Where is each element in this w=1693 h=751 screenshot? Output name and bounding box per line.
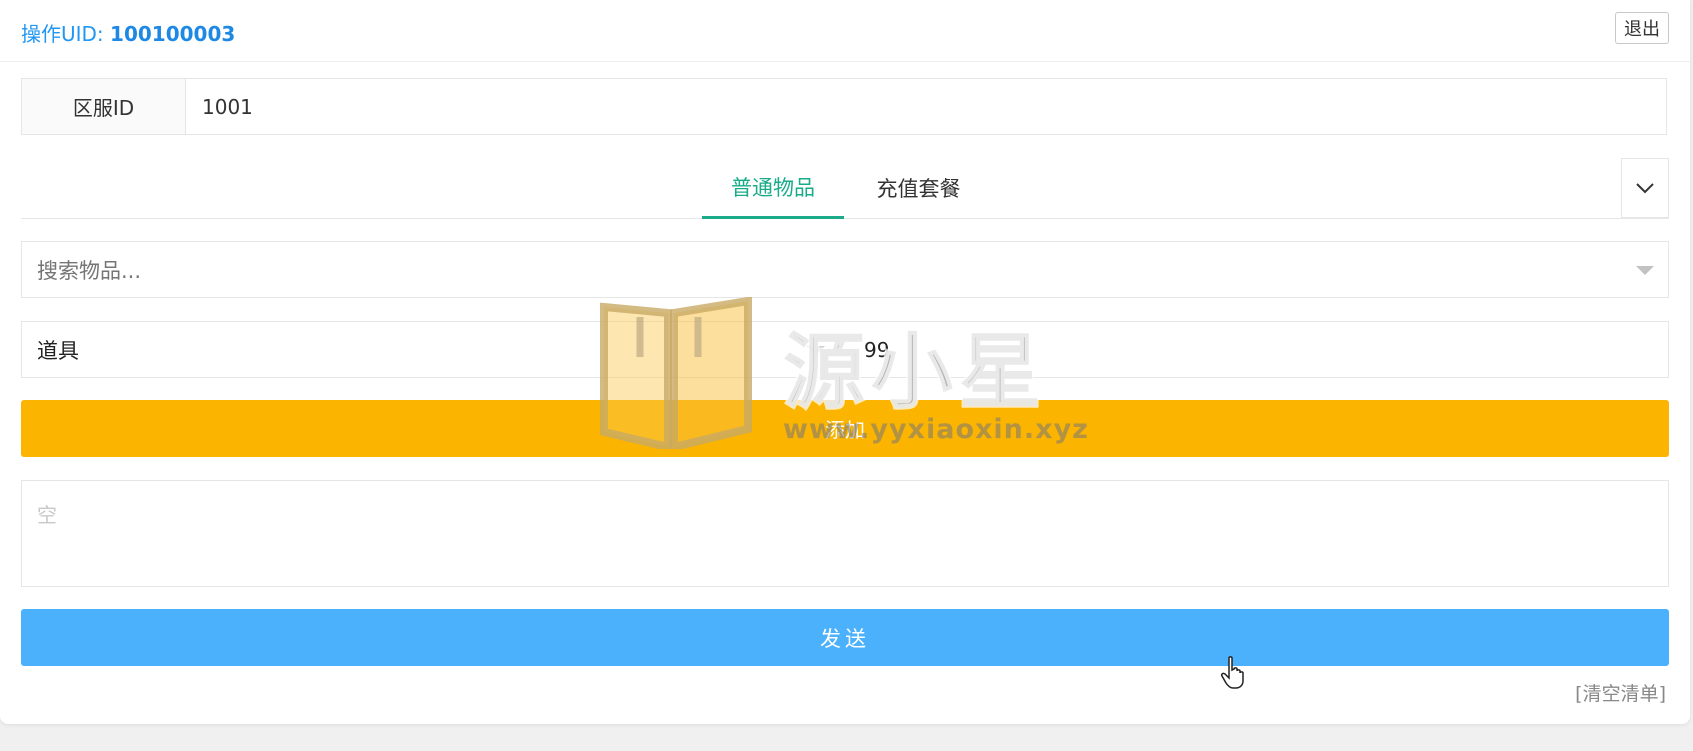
quantity-input[interactable]	[864, 332, 1064, 367]
main-card: 操作UID: 100100003 退出 区服ID 普通物品 充值套餐 搜索物品.…	[0, 0, 1690, 724]
tab-expand-button[interactable]	[1621, 158, 1669, 218]
tab-recharge-packages[interactable]: 充值套餐	[861, 157, 976, 219]
chevron-down-icon	[1636, 183, 1654, 194]
item-list: 空	[21, 480, 1669, 587]
header-bar: 操作UID: 100100003 退出	[0, 0, 1690, 62]
item-search-select[interactable]: 搜索物品...	[21, 241, 1669, 298]
server-id-label: 区服ID	[22, 79, 186, 134]
clear-list-link[interactable]: [清空清单]	[1575, 679, 1666, 706]
item-type-select[interactable]: 道具	[37, 322, 79, 377]
search-placeholder: 搜索物品...	[37, 258, 142, 283]
operator-uid: 操作UID: 100100003	[21, 18, 235, 47]
uid-value: 100100003	[110, 22, 236, 46]
dropdown-caret-icon	[1636, 266, 1654, 275]
add-button[interactable]: 添加	[21, 400, 1669, 457]
send-button[interactable]: 发送	[21, 609, 1669, 666]
hand-cursor-icon	[1221, 656, 1244, 689]
tab-normal-items[interactable]: 普通物品	[702, 157, 844, 219]
uid-label: 操作UID:	[21, 22, 104, 46]
server-id-row: 区服ID	[21, 78, 1667, 135]
logout-button[interactable]: 退出	[1615, 12, 1669, 44]
item-entry-row: 道具	[21, 321, 1669, 378]
server-id-input[interactable]	[186, 79, 1666, 134]
item-tabs: 普通物品 充值套餐	[21, 157, 1669, 219]
empty-list-text: 空	[37, 503, 57, 527]
dropdown-caret-icon	[807, 346, 825, 355]
